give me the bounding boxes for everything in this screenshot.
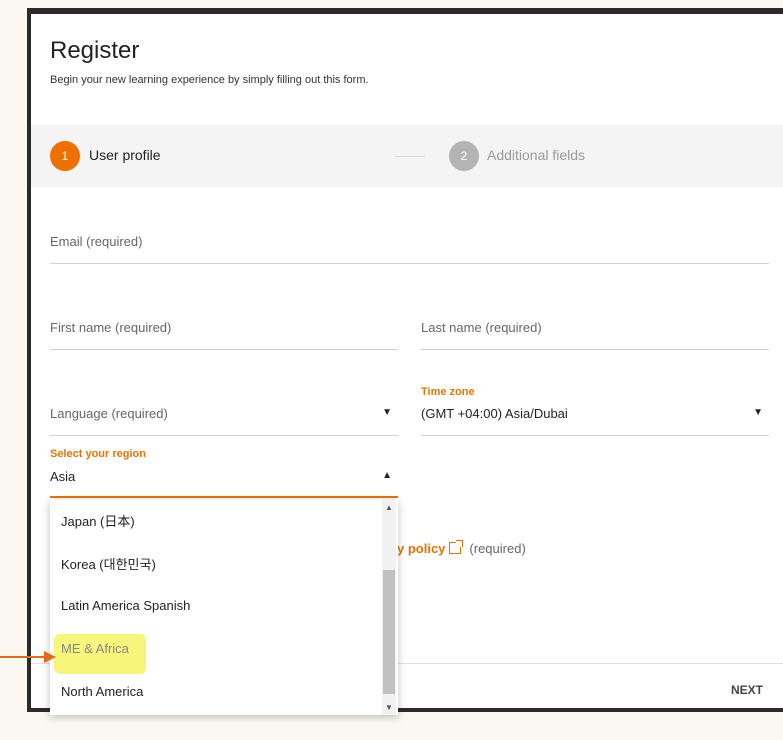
privacy-policy-link[interactable]: y policy: [397, 541, 445, 556]
region-label: Select your region: [50, 448, 146, 460]
timezone-select[interactable]: (GMT +04:00) Asia/Dubai ▼: [421, 397, 769, 436]
privacy-required-tag: (required): [469, 541, 526, 556]
region-option-latin-america[interactable]: Latin America Spanish: [61, 598, 190, 613]
region-option-north-america[interactable]: North America: [61, 684, 143, 699]
annotation-arrow-icon: [44, 651, 56, 663]
last-name-field[interactable]: Last name (required): [421, 311, 769, 350]
region-value: Asia: [50, 469, 76, 484]
language-placeholder: Language (required): [50, 406, 168, 421]
step-1-number[interactable]: 1: [50, 141, 80, 171]
region-select[interactable]: Asia ▲: [50, 460, 398, 498]
region-option-me-africa[interactable]: ME & Africa: [61, 641, 129, 656]
timezone-value: (GMT +04:00) Asia/Dubai: [421, 406, 568, 421]
first-name-field[interactable]: First name (required): [50, 311, 398, 350]
email-field[interactable]: Email (required): [50, 225, 769, 264]
step-divider: [395, 156, 425, 157]
dropdown-scrollbar[interactable]: ▲ ▼: [382, 500, 396, 715]
scroll-down-icon[interactable]: ▼: [385, 703, 393, 712]
annotation-arrow-line: [0, 656, 50, 658]
scroll-thumb[interactable]: [383, 570, 395, 694]
step-2-number[interactable]: 2: [449, 141, 479, 171]
privacy-consent: y policy (required): [397, 540, 526, 556]
last-name-placeholder: Last name (required): [421, 320, 542, 335]
email-placeholder: Email (required): [50, 234, 143, 249]
next-button[interactable]: NEXT: [725, 682, 769, 698]
caret-down-icon: ▼: [753, 407, 763, 418]
region-dropdown[interactable]: Japan (日本) Korea (대한민국) Latin America Sp…: [50, 500, 398, 715]
first-name-placeholder: First name (required): [50, 320, 172, 335]
stepper: 1 User profile 2 Additional fields: [31, 125, 783, 187]
region-option-korea[interactable]: Korea (대한민국): [61, 554, 156, 573]
external-link-icon[interactable]: [449, 540, 464, 554]
page-title: Register: [50, 37, 140, 64]
region-option-japan[interactable]: Japan (日本): [61, 511, 135, 530]
scroll-up-icon[interactable]: ▲: [385, 503, 393, 512]
caret-down-icon: ▼: [382, 407, 392, 418]
step-2-label[interactable]: Additional fields: [487, 147, 585, 163]
step-1-label[interactable]: User profile: [89, 147, 161, 163]
page-subtitle: Begin your new learning experience by si…: [50, 74, 369, 86]
caret-up-icon: ▲: [382, 470, 392, 481]
language-select[interactable]: Language (required) ▼: [50, 397, 398, 436]
